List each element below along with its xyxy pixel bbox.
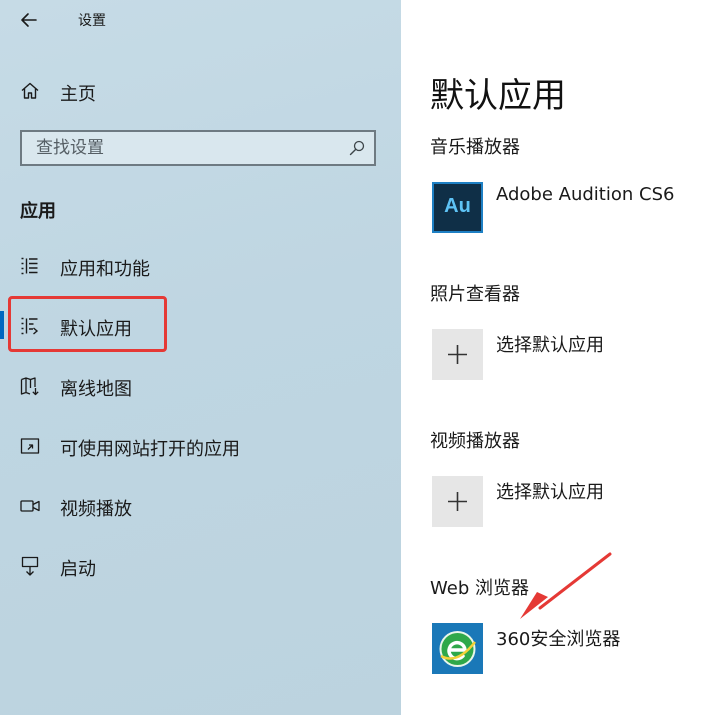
web-browser-app-button[interactable]: 360安全浏览器 <box>432 623 712 675</box>
photo-viewer-choose-button[interactable]: 选择默认应用 <box>432 329 712 381</box>
sidebar-item-apps-features[interactable]: 应用和功能 <box>0 246 401 286</box>
sidebar-item-home[interactable]: 主页 <box>0 71 401 111</box>
plus-icon <box>432 329 483 380</box>
sidebar-item-offline-maps[interactable]: 离线地图 <box>0 366 401 406</box>
apps-features-icon <box>21 257 38 275</box>
sidebar-item-label: 启动 <box>60 559 96 580</box>
sidebar-item-label: 应用和功能 <box>60 259 150 280</box>
startup-icon <box>21 556 39 576</box>
back-arrow-icon <box>21 13 37 27</box>
main-pane: 默认应用 音乐播放器 Au Adobe Audition CS6 照片查看器 选… <box>401 0 723 715</box>
app-name: 选择默认应用 <box>496 335 604 356</box>
offline-maps-icon <box>20 377 39 396</box>
app-name: Adobe Audition CS6 <box>496 184 675 205</box>
search-icon[interactable] <box>348 139 366 157</box>
category-photo-viewer: 照片查看器 <box>430 284 520 305</box>
annotation-highlight-box <box>8 296 167 352</box>
sidebar-item-video-playback[interactable]: 视频播放 <box>0 486 401 526</box>
music-player-app-button[interactable]: Au Adobe Audition CS6 <box>432 182 712 234</box>
search-input[interactable] <box>22 132 342 164</box>
app-name: 360安全浏览器 <box>496 629 621 650</box>
home-icon <box>21 82 39 99</box>
search-box[interactable] <box>20 130 376 166</box>
plus-icon <box>432 476 483 527</box>
section-heading-apps: 应用 <box>20 201 56 222</box>
back-button[interactable] <box>18 8 42 32</box>
sidebar-item-label: 视频播放 <box>60 499 132 520</box>
app-name: 选择默认应用 <box>496 482 604 503</box>
category-web-browser: Web 浏览器 <box>430 578 529 599</box>
page-title: 默认应用 <box>430 76 566 116</box>
sidebar-item-apps-for-websites[interactable]: 可使用网站打开的应用 <box>0 426 401 466</box>
adobe-audition-icon: Au <box>432 182 483 233</box>
sidebar-item-label: 离线地图 <box>60 379 132 400</box>
sidebar: 设置 主页 应用 应用和功能 <box>0 0 401 715</box>
360-browser-icon <box>432 623 483 674</box>
category-music-player: 音乐播放器 <box>430 137 520 158</box>
video-player-choose-button[interactable]: 选择默认应用 <box>432 476 712 528</box>
home-label: 主页 <box>60 84 96 105</box>
window-title: 设置 <box>78 13 106 29</box>
category-video-player: 视频播放器 <box>430 431 520 452</box>
tile-text: Au <box>444 195 471 217</box>
sidebar-item-label: 可使用网站打开的应用 <box>60 439 240 460</box>
video-playback-icon <box>20 500 40 512</box>
apps-for-websites-icon <box>20 438 40 454</box>
sidebar-item-startup[interactable]: 启动 <box>0 546 401 586</box>
